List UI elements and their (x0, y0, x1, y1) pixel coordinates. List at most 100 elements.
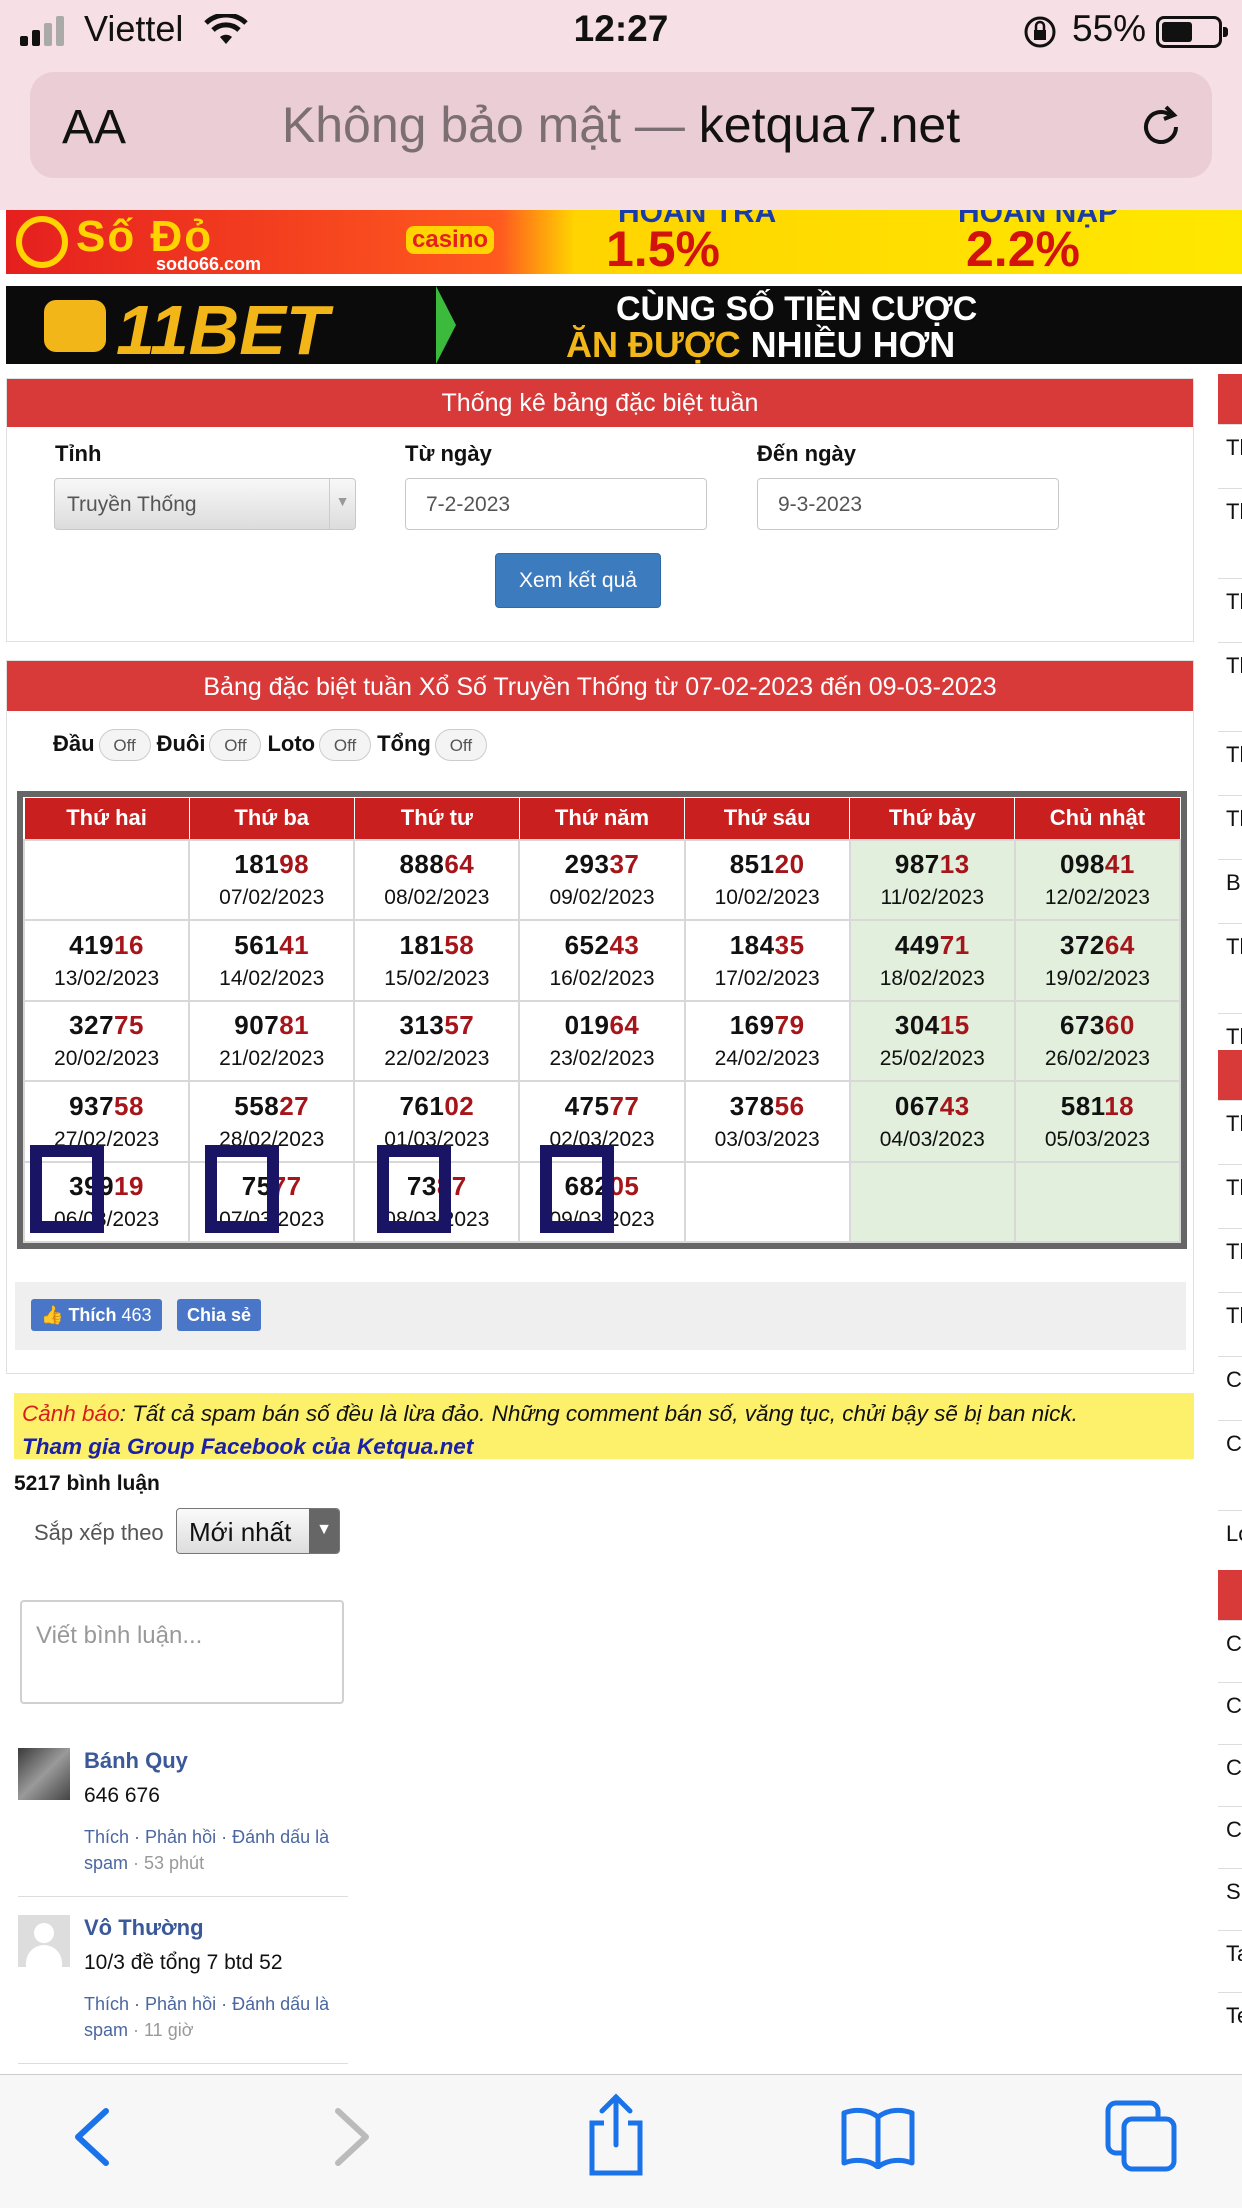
draw-date: 17/02/2023 (714, 966, 820, 990)
number-last-two: 37 (609, 849, 640, 880)
view-results-button[interactable]: Xem kết quả (495, 553, 661, 608)
ad-banner-11bet[interactable]: 11BET CÙNG SỐ TIỀN CƯỢC ĂN ĐƯỢC NHIỀU HƠ… (6, 286, 1242, 364)
avatar[interactable] (18, 1915, 70, 1967)
sidebar-link[interactable]: C (1218, 1682, 1242, 1744)
sidebar-link[interactable]: C (1218, 1806, 1242, 1868)
facebook-group-link[interactable]: Tham gia Group Facebook của Ketqua.net (22, 1434, 473, 1459)
comment-author[interactable]: Bánh Quy (84, 1748, 188, 1774)
comment-actions[interactable]: Thích · Phản hồi · Đánh dấu là spam · 53… (84, 1824, 364, 1876)
number-prefix: 673 (1060, 1010, 1105, 1041)
thumbs-up-icon: 👍 (41, 1305, 64, 1325)
special-number: 55827 (190, 1091, 353, 1122)
sidebar-link[interactable]: C (1218, 1620, 1242, 1682)
filter-panel-title: Thống kê bảng đặc biệt tuần (7, 379, 1193, 427)
draw-date: 20/02/2023 (54, 1047, 160, 1071)
result-cell: 85120 10/02/2023 (683, 838, 851, 921)
sidebar-link[interactable]: Lo (1218, 1509, 1242, 1574)
sidebar-link[interactable]: Te (1218, 1992, 1242, 2054)
table-row: 32775 20/02/2023 90781 21/02/2023 31357 22/02… (22, 999, 1182, 1082)
share-icon[interactable] (584, 2093, 648, 2177)
reload-icon[interactable] (1136, 102, 1186, 152)
number-prefix: 475 (564, 1090, 610, 1121)
province-select[interactable]: Truyền Thống ▼ (54, 478, 356, 530)
sidebar-link[interactable]: Tl (1218, 731, 1242, 795)
toggle-switch[interactable]: Off (209, 729, 262, 761)
special-number: 65243 (520, 930, 683, 961)
right-sidebar: TlTl loTlTl loTlTlBTl thTlTlTlTlTlCC VLo… (1218, 374, 1242, 2069)
special-number: 18435 (686, 930, 849, 961)
number-prefix: 019 (564, 1010, 610, 1041)
status-bar: Viettel 12:27 55% (0, 0, 1242, 62)
number-prefix: 327 (69, 1010, 115, 1041)
avatar[interactable] (18, 1748, 70, 1800)
facebook-share-button[interactable]: Chia sẻ (177, 1299, 262, 1331)
number-last-two: 98 (279, 849, 310, 880)
comment-text: 10/3 đề tổng 7 btd 52 (84, 1951, 283, 1974)
sidebar-link[interactable]: Tl (1218, 1292, 1242, 1356)
sidebar-link[interactable]: C V (1218, 1420, 1242, 1510)
toggle-switch[interactable]: Off (98, 729, 151, 761)
special-number: 37856 (686, 1091, 849, 1122)
back-icon[interactable] (70, 2105, 114, 2169)
toggle-label: Tổng (377, 730, 431, 756)
toggle-switch[interactable]: Off (319, 729, 372, 761)
result-cell: 56141 14/02/2023 (188, 919, 356, 1002)
number-last-two: 18 (1104, 1090, 1135, 1121)
draw-date: 19/02/2023 (1044, 966, 1150, 990)
address-bar[interactable]: AA Không bảo mật — ketqua7.net (30, 72, 1212, 178)
warning-prefix: Cảnh báo (22, 1401, 120, 1426)
from-date-input[interactable]: 7-2-2023 (405, 478, 707, 530)
draw-date: 12/02/2023 (1044, 886, 1150, 910)
result-cell: 18198 07/02/2023 (188, 838, 356, 921)
draw-date: 11/02/2023 (880, 886, 985, 910)
spam-warning: Cảnh báo: Tất cả spam bán số đều là lừa … (14, 1393, 1194, 1459)
special-number: 30415 (851, 1010, 1014, 1041)
to-date-input[interactable]: 9-3-2023 (757, 478, 1059, 530)
day-header: Thứ hai (23, 797, 190, 840)
comment-input[interactable]: Viết bình luận... (20, 1600, 344, 1704)
sidebar-link[interactable]: C (1218, 1356, 1242, 1420)
forward-icon[interactable] (330, 2105, 374, 2169)
sidebar-link[interactable]: Tl lo (1218, 641, 1242, 732)
sidebar-link[interactable]: Tl (1218, 424, 1242, 488)
sidebar-link[interactable]: Tl (1218, 1164, 1242, 1228)
number-last-two: 77 (609, 1090, 640, 1121)
ad-rate-1: 1.5% (606, 221, 720, 274)
number-prefix: 067 (894, 1090, 940, 1121)
sidebar-link[interactable]: Tl th (1218, 923, 1242, 1013)
result-cell: 06743 04/03/2023 (848, 1080, 1016, 1163)
sort-select[interactable]: Mới nhất ▼ (176, 1508, 340, 1554)
page-url[interactable]: Không bảo mật — ketqua7.net (30, 96, 1212, 154)
sidebar-link[interactable]: S (1218, 1868, 1242, 1930)
sidebar-link[interactable]: Tl (1218, 1100, 1242, 1164)
result-cell: 30415 25/02/2023 (848, 999, 1016, 1082)
sidebar-header (1218, 1570, 1242, 1620)
result-cell: 16979 24/02/2023 (683, 999, 851, 1082)
sidebar-link[interactable]: Tl (1218, 1228, 1242, 1292)
special-number: 16979 (686, 1010, 849, 1041)
sidebar-link[interactable]: C (1218, 1744, 1242, 1806)
toggle-switch[interactable]: Off (434, 729, 487, 761)
facebook-like-button[interactable]: 👍 Thích 463 (31, 1299, 162, 1331)
warning-text: : Tất cả spam bán số đều là lừa đảo. Nhữ… (119, 1401, 1078, 1426)
comment-author[interactable]: Vô Thường (84, 1915, 204, 1941)
tabs-icon[interactable] (1104, 2099, 1180, 2175)
sidebar-link[interactable]: Ta (1218, 1930, 1242, 1992)
number-last-two: 41 (279, 929, 310, 960)
bookmarks-icon[interactable] (840, 2105, 916, 2169)
sidebar-link[interactable]: Tl lo (1218, 488, 1242, 578)
number-last-two: 58 (444, 929, 475, 960)
special-number: 93758 (25, 1091, 188, 1122)
day-header: Thứ năm (518, 797, 686, 840)
number-last-two: 13 (939, 849, 970, 880)
comment-actions[interactable]: Thích · Phản hồi · Đánh dấu là spam · 11… (84, 1991, 364, 2043)
ad-banner-sodo[interactable]: Số Đỏ casino sodo66.com HOÀN TRẢ 1.5% HO… (6, 210, 1242, 274)
sidebar-link[interactable]: Tl (1218, 795, 1242, 859)
draw-date: 24/02/2023 (714, 1047, 820, 1071)
sidebar-link[interactable]: Tl (1218, 577, 1242, 642)
draw-date: 05/03/2023 (1044, 1127, 1150, 1151)
number-prefix: 888 (399, 849, 445, 880)
result-cell: 90781 21/02/2023 (188, 999, 356, 1082)
sidebar-link[interactable]: B (1218, 859, 1242, 923)
ad-rate-2: 2.2% (966, 221, 1080, 274)
